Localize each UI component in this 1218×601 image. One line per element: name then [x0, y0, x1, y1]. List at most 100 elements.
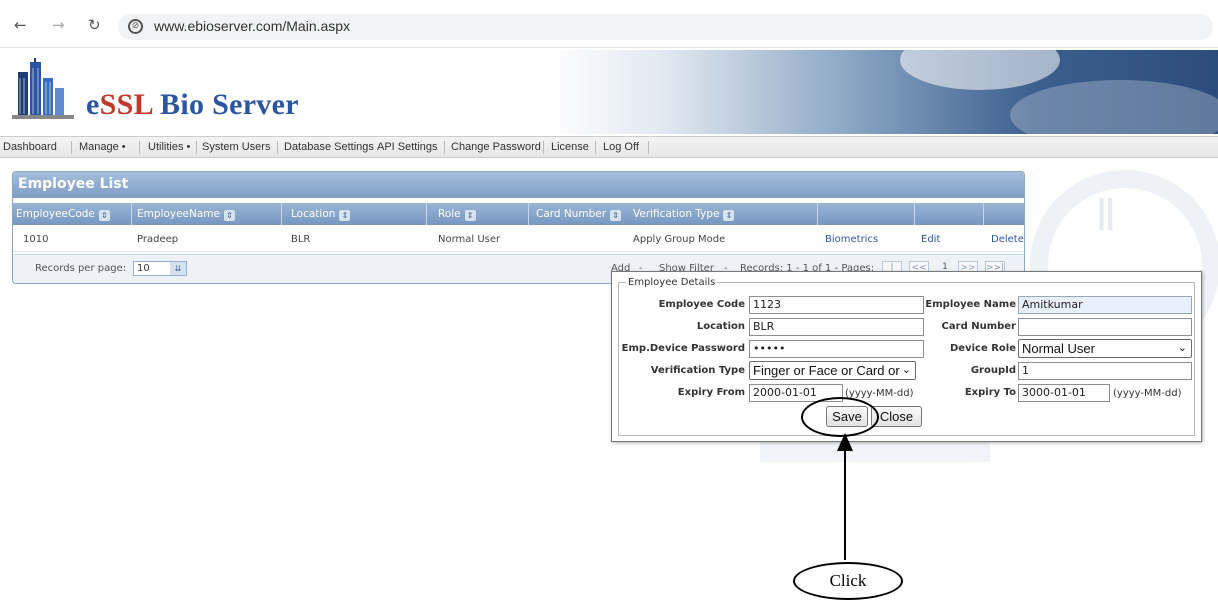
watermark-graphic: Ⅱ: [1095, 190, 1117, 241]
location-label: Location: [696, 321, 745, 332]
device-role-select[interactable]: Normal User ⌄: [1018, 339, 1192, 358]
forward-arrow-icon[interactable]: →: [52, 17, 65, 33]
menu-change-password[interactable]: Change Password: [451, 141, 541, 153]
column-divider: [131, 203, 132, 225]
logo-prefix: e: [86, 88, 100, 121]
chevron-down-icon[interactable]: ⌄: [899, 362, 911, 379]
menu-utilities[interactable]: Utilities •: [148, 141, 190, 153]
column-divider: [817, 203, 818, 225]
location-input[interactable]: BLR: [749, 318, 924, 336]
expiry-from-label: Expiry From: [677, 387, 745, 398]
date-format-hint: (yyyy-MM-dd): [1113, 388, 1182, 399]
sort-icon[interactable]: ⇕: [610, 210, 622, 221]
column-header-label: Role: [438, 208, 461, 220]
date-format-hint: (yyyy-MM-dd): [845, 388, 914, 399]
back-arrow-icon[interactable]: ←: [14, 17, 27, 33]
main-menu-bar: Dashboard Manage • Utilities • System Us…: [0, 136, 1218, 158]
expiry-to-label: Expiry To: [964, 387, 1016, 398]
menu-log-off[interactable]: Log Off: [603, 141, 639, 153]
column-header-label: Card Number: [536, 208, 607, 220]
group-id-input[interactable]: 1: [1018, 362, 1192, 380]
sort-icon[interactable]: ⇕: [339, 210, 351, 221]
sort-icon[interactable]: ⇕: [223, 210, 235, 221]
employee-name-label: Employee Name: [925, 299, 1016, 310]
cell-employee-code: 1010: [23, 234, 49, 245]
column-header-verification-type[interactable]: Verification Type ⇕: [633, 208, 735, 221]
verification-type-label: Verification Type: [650, 365, 745, 376]
expiry-to-input[interactable]: 3000-01-01: [1018, 384, 1110, 402]
employee-details-dialog: Employee Details Employee Code 1123 Empl…: [611, 271, 1202, 442]
column-header-label: Verification Type: [633, 208, 720, 220]
card-number-input[interactable]: [1018, 318, 1192, 336]
sort-icon[interactable]: ⇕: [464, 210, 476, 221]
cell-role: Normal User: [438, 234, 501, 245]
column-divider: [426, 203, 427, 225]
sort-icon[interactable]: ⇕: [98, 210, 110, 221]
annotation-arrow-line: [844, 447, 846, 560]
employee-name-input[interactable]: Amitkumar: [1018, 296, 1192, 314]
verification-type-value: Finger or Face or Card or: [753, 363, 900, 378]
column-header-label: Location: [291, 208, 336, 220]
logo-accent: SSL: [99, 88, 153, 121]
column-divider: [528, 203, 529, 225]
panel-title: Employee List: [13, 172, 1024, 198]
employee-list-panel: Employee List EmployeeCode ⇕ EmployeeName…: [12, 171, 1025, 284]
column-header-location[interactable]: Location ⇕: [291, 208, 351, 221]
highlight-circle: [801, 397, 879, 437]
device-password-input[interactable]: •••••: [749, 340, 924, 358]
url-text: www.ebioserver.com/Main.aspx: [154, 18, 351, 34]
building-logo-icon: [12, 58, 74, 119]
column-divider: [914, 203, 915, 225]
group-id-label: GroupId: [970, 365, 1016, 376]
click-annotation-label: Click: [793, 562, 903, 600]
menu-divider: [543, 141, 544, 154]
device-role-label: Device Role: [949, 343, 1016, 354]
menu-divider: [277, 141, 278, 154]
biometrics-link[interactable]: Biometrics: [825, 234, 878, 245]
menu-dashboard[interactable]: Dashboard: [3, 141, 57, 153]
menu-database-settings[interactable]: Database Settings: [284, 141, 374, 153]
menu-divider: [595, 141, 596, 154]
chevron-down-icon[interactable]: ⌄: [1178, 340, 1187, 357]
column-header-employee-code[interactable]: EmployeeCode ⇕: [16, 208, 110, 221]
records-per-page-select[interactable]: 10 ⇊: [133, 261, 187, 276]
column-header-role[interactable]: Role ⇕: [438, 208, 476, 221]
sort-icon[interactable]: ⇕: [723, 210, 735, 221]
fieldset-legend: Employee Details: [626, 277, 718, 288]
menu-system-users[interactable]: System Users: [202, 141, 270, 153]
device-password-label: Emp.Device Password: [621, 343, 745, 354]
column-header-card-number[interactable]: Card Number ⇕: [536, 208, 622, 221]
menu-divider: [196, 141, 197, 154]
menu-divider: [444, 141, 445, 154]
address-bar[interactable]: ⊘ www.ebioserver.com/Main.aspx: [118, 14, 1213, 40]
menu-manage[interactable]: Manage •: [79, 141, 126, 153]
column-header-employee-name[interactable]: EmployeeName ⇕: [137, 208, 235, 221]
app-logo-text: eSSL Bio Server: [86, 88, 299, 122]
cell-employee-name: Pradeep: [137, 234, 179, 245]
column-divider: [281, 203, 282, 225]
cell-verification-type: Apply Group Mode: [633, 234, 726, 245]
menu-divider: [648, 141, 649, 154]
records-per-page-label: Records per page:: [35, 263, 127, 274]
logo-rest: Bio Server: [152, 88, 299, 121]
delete-link[interactable]: Delete: [991, 234, 1024, 245]
dropdown-arrow-icon[interactable]: ⇊: [170, 262, 186, 275]
verification-type-select[interactable]: Finger or Face or Card or ⌄: [749, 361, 916, 380]
site-info-icon[interactable]: ⊘: [128, 19, 143, 34]
menu-divider: [139, 141, 140, 154]
column-divider: [983, 203, 984, 225]
table-row[interactable]: 1010 Pradeep BLR Normal User Apply Group…: [13, 226, 1024, 252]
column-header-label: EmployeeCode: [16, 208, 95, 220]
edit-link[interactable]: Edit: [921, 234, 940, 245]
cell-location: BLR: [291, 234, 311, 245]
menu-api-settings[interactable]: API Settings: [377, 141, 438, 153]
reload-icon[interactable]: ↻: [88, 17, 101, 33]
records-per-page-value: 10: [137, 263, 150, 274]
device-role-value: Normal User: [1022, 341, 1095, 356]
menu-divider: [71, 141, 72, 154]
employee-code-label: Employee Code: [658, 299, 745, 310]
menu-license[interactable]: License: [551, 141, 589, 153]
card-number-label: Card Number: [941, 321, 1016, 332]
column-header-label: EmployeeName: [137, 208, 220, 220]
employee-code-input[interactable]: 1123: [749, 296, 924, 314]
